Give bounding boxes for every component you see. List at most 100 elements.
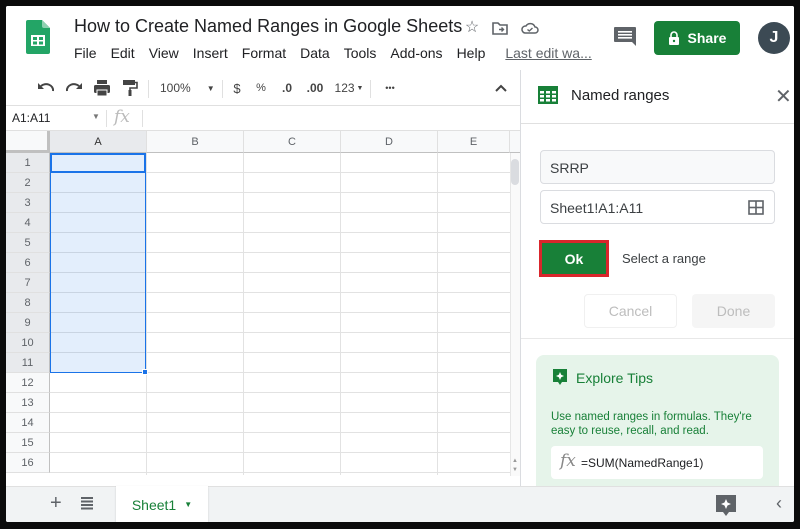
share-button[interactable]: Share — [654, 21, 740, 55]
done-button[interactable]: Done — [692, 294, 775, 328]
redo-icon[interactable] — [64, 78, 84, 98]
cancel-button[interactable]: Cancel — [584, 294, 677, 328]
panel-title: Named ranges — [571, 87, 670, 104]
increase-decimal-button[interactable]: .00 — [304, 78, 326, 98]
currency-format-button[interactable]: $ — [230, 78, 244, 98]
table-row[interactable] — [50, 453, 510, 473]
sheet-tabs-bar: + Sheet1 ▼ ‹ — [6, 486, 794, 522]
example-formula-text: =SUM(NamedRange1) — [581, 456, 704, 470]
scroll-up-icon[interactable]: ▲ — [512, 458, 518, 464]
active-cell[interactable] — [50, 153, 146, 173]
undo-icon[interactable] — [36, 78, 56, 98]
print-icon[interactable] — [92, 78, 112, 98]
sheet-tab-sheet1[interactable]: Sheet1 ▼ — [116, 486, 208, 522]
row-header[interactable]: 8 — [6, 293, 50, 313]
name-box[interactable]: A1:A11 — [12, 111, 50, 125]
more-formats-button[interactable]: 123 ▼ — [332, 78, 366, 98]
row-header[interactable]: 14 — [6, 413, 50, 433]
vertical-scroll-thumb[interactable] — [511, 159, 519, 185]
ok-button[interactable]: Ok — [539, 240, 609, 277]
account-avatar[interactable]: J — [758, 22, 790, 54]
explore-button-icon[interactable] — [716, 495, 736, 517]
explore-tips-card: Explore Tips Use named ranges in formula… — [536, 355, 779, 505]
table-row[interactable] — [50, 393, 510, 413]
row-header[interactable]: 6 — [6, 253, 50, 273]
column-line — [340, 153, 341, 475]
move-to-folder-icon[interactable] — [490, 18, 510, 38]
column-header-d[interactable]: D — [341, 131, 438, 153]
paint-format-icon[interactable] — [120, 78, 140, 98]
row-header[interactable]: 16 — [6, 453, 50, 473]
scroll-down-icon[interactable]: ▼ — [512, 467, 518, 473]
range-reference-input[interactable]: Sheet1!A1:A11 — [540, 190, 775, 224]
vertical-scrollbar[interactable] — [510, 153, 520, 476]
zoom-value: 100% — [160, 81, 191, 95]
toolbar-divider — [222, 80, 223, 98]
row-header[interactable]: 2 — [6, 173, 50, 193]
named-ranges-icon — [538, 86, 558, 104]
document-title[interactable]: How to Create Named Ranges in Google She… — [74, 16, 462, 37]
last-edit-link[interactable]: Last edit wa... — [505, 45, 591, 61]
menu-help[interactable]: Help — [457, 45, 486, 61]
explore-icon — [553, 369, 567, 385]
scroll-corner — [510, 131, 520, 153]
row-header[interactable]: 5 — [6, 233, 50, 253]
menu-format[interactable]: Format — [242, 45, 286, 61]
percent-format-button[interactable]: % — [254, 78, 268, 98]
select-all-corner[interactable] — [6, 131, 50, 153]
side-panel-toggle-icon[interactable]: ‹ — [776, 493, 782, 514]
share-label: Share — [687, 30, 727, 46]
close-icon[interactable]: ✕ — [775, 84, 792, 109]
collapse-toolbar-icon[interactable] — [494, 78, 508, 98]
spreadsheet-grid[interactable]: A B C D E 12345678910111213141516 ▲ ▼ ◀ … — [6, 131, 520, 476]
menu-edit[interactable]: Edit — [111, 45, 135, 61]
row-header[interactable]: 3 — [6, 193, 50, 213]
select-range-grid-icon[interactable] — [748, 200, 764, 215]
header: How to Create Named Ranges in Google She… — [6, 6, 794, 70]
range-reference-value: Sheet1!A1:A11 — [550, 200, 644, 216]
row-header[interactable]: 4 — [6, 213, 50, 233]
cloud-saved-icon[interactable] — [520, 18, 540, 38]
table-row[interactable] — [50, 433, 510, 453]
row-header[interactable]: 13 — [6, 393, 50, 413]
row-header[interactable]: 15 — [6, 433, 50, 453]
column-header-c[interactable]: C — [244, 131, 341, 153]
add-sheet-icon[interactable]: + — [50, 492, 62, 515]
toolbar: 100% ▼ $ % .0 .00 123 ▼ ••• — [6, 70, 520, 106]
star-icon[interactable]: ☆ — [462, 18, 482, 38]
range-name-input[interactable]: SRRP — [540, 150, 775, 184]
all-sheets-list-icon[interactable] — [80, 496, 94, 510]
app-window: How to Create Named Ranges in Google She… — [6, 6, 794, 522]
fill-handle[interactable] — [142, 369, 148, 375]
table-row[interactable] — [50, 373, 510, 393]
column-line — [437, 153, 438, 475]
column-header-e[interactable]: E — [438, 131, 510, 153]
sheets-logo-icon[interactable] — [26, 20, 50, 54]
row-header[interactable]: 12 — [6, 373, 50, 393]
row-header[interactable]: 11 — [6, 353, 50, 373]
menu-tools[interactable]: Tools — [344, 45, 377, 61]
row-header[interactable]: 10 — [6, 333, 50, 353]
menu-data[interactable]: Data — [300, 45, 330, 61]
menu-view[interactable]: View — [149, 45, 179, 61]
sheet-tab-label: Sheet1 — [131, 496, 177, 513]
zoom-select[interactable]: 100% ▼ — [160, 78, 220, 98]
row-header[interactable]: 9 — [6, 313, 50, 333]
more-options-button[interactable]: ••• — [380, 78, 400, 98]
table-row[interactable] — [50, 413, 510, 433]
formula-divider — [106, 110, 107, 127]
selected-range[interactable] — [50, 153, 146, 373]
column-header-b[interactable]: B — [147, 131, 244, 153]
menu-insert[interactable]: Insert — [193, 45, 228, 61]
decrease-decimal-button[interactable]: .0 — [278, 78, 296, 98]
comments-icon[interactable] — [613, 26, 637, 48]
menu-add-ons[interactable]: Add-ons — [390, 45, 442, 61]
select-range-hint: Select a range — [622, 251, 706, 266]
chevron-down-icon[interactable]: ▼ — [184, 500, 192, 509]
menu-file[interactable]: File — [74, 45, 97, 61]
column-header-a[interactable]: A — [50, 131, 147, 153]
row-header[interactable]: 7 — [6, 273, 50, 293]
row-header[interactable]: 1 — [6, 153, 50, 173]
chevron-down-icon[interactable]: ▼ — [92, 112, 100, 121]
explore-tips-title: Explore Tips — [576, 370, 654, 386]
